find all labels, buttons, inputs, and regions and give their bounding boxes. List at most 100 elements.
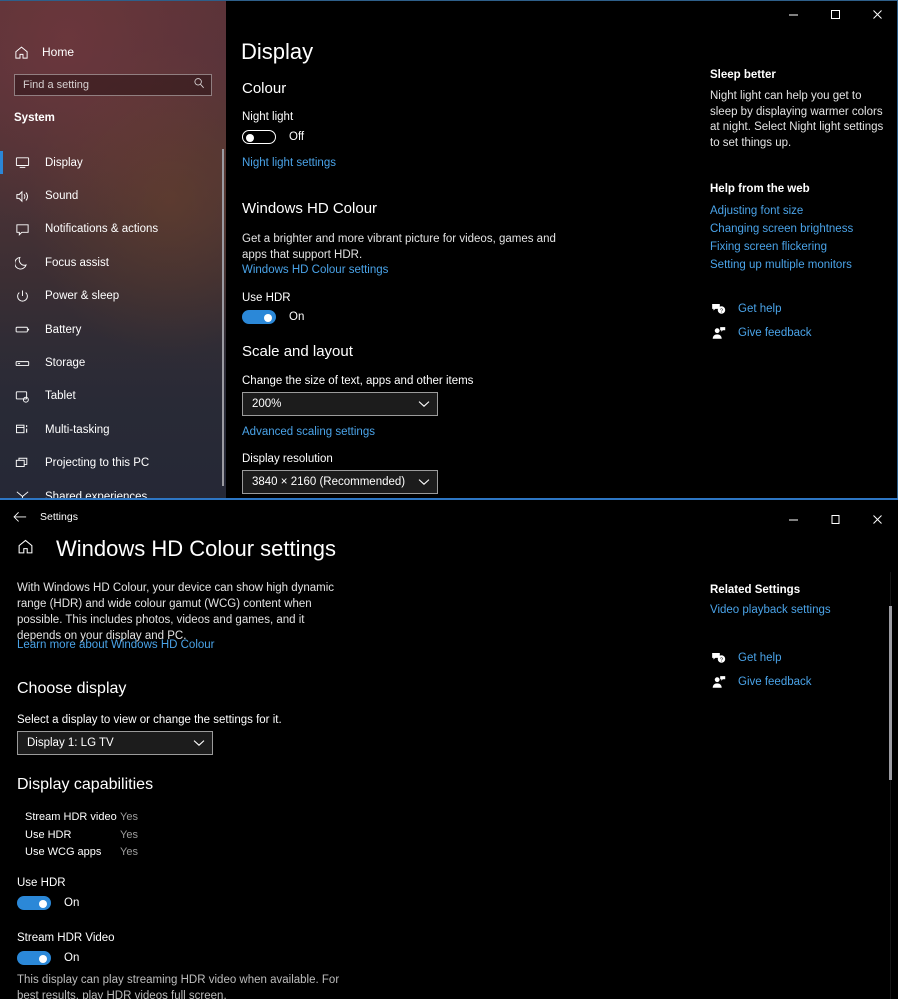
search-input[interactable] xyxy=(23,79,193,91)
help-link-brightness[interactable]: Changing screen brightness xyxy=(710,223,890,235)
sidebar-item-power-sleep[interactable]: Power & sleep xyxy=(0,280,226,313)
capabilities-heading: Display capabilities xyxy=(17,776,154,793)
sidebar-group-label: System xyxy=(14,112,55,124)
stream-hdr-label: Stream HDR Video xyxy=(17,932,115,944)
use-hdr-toggle[interactable] xyxy=(242,310,276,324)
sidebar-item-label: Tablet xyxy=(45,390,76,403)
advanced-scaling-link[interactable]: Advanced scaling settings xyxy=(242,426,375,438)
give-feedback-row[interactable]: Give feedback xyxy=(710,674,890,690)
svg-text:?: ? xyxy=(719,657,722,663)
display-capabilities-table: Stream HDR video Yes Use HDR Yes Use WCG… xyxy=(25,808,138,861)
close-button[interactable] xyxy=(856,1,897,27)
maximize-button[interactable] xyxy=(814,504,856,534)
chevron-down-icon xyxy=(193,739,205,747)
give-feedback-label[interactable]: Give feedback xyxy=(738,327,812,339)
window2-titlebar[interactable]: Settings xyxy=(0,502,898,532)
storage-icon xyxy=(14,355,30,371)
search-box[interactable] xyxy=(14,74,212,96)
projecting-icon xyxy=(14,455,30,471)
window2-controls xyxy=(772,504,898,534)
use-hdr-toggle[interactable] xyxy=(17,896,51,910)
get-help-label[interactable]: Get help xyxy=(738,303,781,315)
window2-title: Settings xyxy=(40,511,78,523)
night-light-settings-link[interactable]: Night light settings xyxy=(242,157,336,169)
choose-display-description: Select a display to view or change the s… xyxy=(17,714,282,726)
stream-hdr-toggle[interactable] xyxy=(17,951,51,965)
sidebar-item-label: Storage xyxy=(45,357,86,370)
resolution-dropdown[interactable]: 3840 × 2160 (Recommended) xyxy=(242,470,438,494)
minimize-button[interactable] xyxy=(772,1,814,27)
scale-dropdown[interactable]: 200% xyxy=(242,392,438,416)
video-playback-settings-link[interactable]: Video playback settings xyxy=(710,604,890,616)
chevron-down-icon xyxy=(418,478,430,486)
sidebar-item-label: Display xyxy=(45,156,83,169)
page-header: Windows HD Colour settings xyxy=(17,536,336,562)
notification-icon xyxy=(14,221,30,237)
back-button[interactable] xyxy=(0,502,40,532)
get-help-row[interactable]: ? Get help xyxy=(710,301,890,317)
multitasking-icon xyxy=(14,422,30,438)
colour-section-heading: Colour xyxy=(242,80,287,97)
hd-colour-main: Windows HD Colour settings With Windows … xyxy=(0,532,898,999)
display-select-value: Display 1: LG TV xyxy=(27,737,114,749)
sidebar-item-focus-assist[interactable]: Focus assist xyxy=(0,246,226,279)
sidebar-item-battery[interactable]: Battery xyxy=(0,313,226,346)
power-icon xyxy=(14,288,30,304)
battery-icon xyxy=(14,322,30,338)
speaker-icon xyxy=(14,188,30,204)
capability-name: Stream HDR video xyxy=(25,810,117,823)
night-light-toggle[interactable] xyxy=(242,130,276,144)
hd-colour-section-heading: Windows HD Colour xyxy=(242,200,378,217)
sidebar-item-storage[interactable]: Storage xyxy=(0,346,226,379)
sidebar-item-sound[interactable]: Sound xyxy=(0,179,226,212)
sleep-better-text: Night light can help you get to sleep by… xyxy=(710,90,884,149)
use-hdr-label: Use HDR xyxy=(242,292,291,304)
get-help-label[interactable]: Get help xyxy=(738,652,781,664)
table-row: Use HDR Yes xyxy=(25,826,138,844)
stream-hdr-description: This display can play streaming HDR vide… xyxy=(17,974,340,999)
use-hdr-label: Use HDR xyxy=(17,877,66,889)
scale-section-heading: Scale and layout xyxy=(242,343,353,360)
close-button[interactable] xyxy=(856,504,898,534)
sidebar-item-label: Multi-tasking xyxy=(45,423,110,436)
table-row: Use WCG apps Yes xyxy=(25,844,138,862)
hd-colour-settings-link[interactable]: Windows HD Colour settings xyxy=(242,264,388,276)
learn-more-link[interactable]: Learn more about Windows HD Colour xyxy=(17,639,215,651)
sidebar-item-tablet[interactable]: Tablet xyxy=(0,380,226,413)
capability-value: Yes xyxy=(120,846,138,859)
maximize-button[interactable] xyxy=(814,1,856,27)
sidebar-item-multitasking[interactable]: Multi-tasking xyxy=(0,413,226,446)
give-feedback-row[interactable]: Give feedback xyxy=(710,325,890,341)
sidebar-item-home[interactable]: Home xyxy=(0,41,226,63)
give-feedback-label[interactable]: Give feedback xyxy=(738,676,812,688)
get-help-row[interactable]: ? Get help xyxy=(710,650,890,666)
capability-value: Yes xyxy=(120,828,138,841)
home-icon[interactable] xyxy=(17,538,34,560)
capability-value: Yes xyxy=(120,810,138,823)
minimize-button[interactable] xyxy=(772,504,814,534)
window1-controls xyxy=(772,1,897,27)
help-link-flickering[interactable]: Fixing screen flickering xyxy=(710,241,890,253)
get-help-icon: ? xyxy=(710,301,726,317)
hd-colour-settings-window: Settings Windows HD Colour settings With… xyxy=(0,498,898,999)
home-icon xyxy=(13,44,29,60)
sidebar-item-list: Display Sound Notifications & actions Fo… xyxy=(0,146,226,499)
table-row: Stream HDR video Yes xyxy=(25,808,138,826)
search-icon xyxy=(193,76,205,94)
page-title: Display xyxy=(241,39,314,64)
sidebar-item-shared-experiences[interactable]: Shared experiences xyxy=(0,480,226,499)
sidebar-item-projecting[interactable]: Projecting to this PC xyxy=(0,447,226,480)
hd-colour-right-panel: Related Settings Video playback settings… xyxy=(710,584,890,698)
tablet-icon xyxy=(14,388,30,404)
capability-name: Use WCG apps xyxy=(25,846,102,859)
display-select-dropdown[interactable]: Display 1: LG TV xyxy=(17,731,213,755)
help-link-multiple-monitors[interactable]: Setting up multiple monitors xyxy=(710,259,890,271)
sidebar-item-notifications[interactable]: Notifications & actions xyxy=(0,213,226,246)
help-from-web-heading: Help from the web xyxy=(710,183,810,195)
sidebar-item-display[interactable]: Display xyxy=(0,146,226,179)
resolution-value: 3840 × 2160 (Recommended) xyxy=(252,476,406,488)
sidebar-item-label: Power & sleep xyxy=(45,290,120,303)
sleep-better-heading: Sleep better xyxy=(710,69,776,81)
related-settings-heading: Related Settings xyxy=(710,584,801,596)
help-link-font-size[interactable]: Adjusting font size xyxy=(710,205,890,217)
